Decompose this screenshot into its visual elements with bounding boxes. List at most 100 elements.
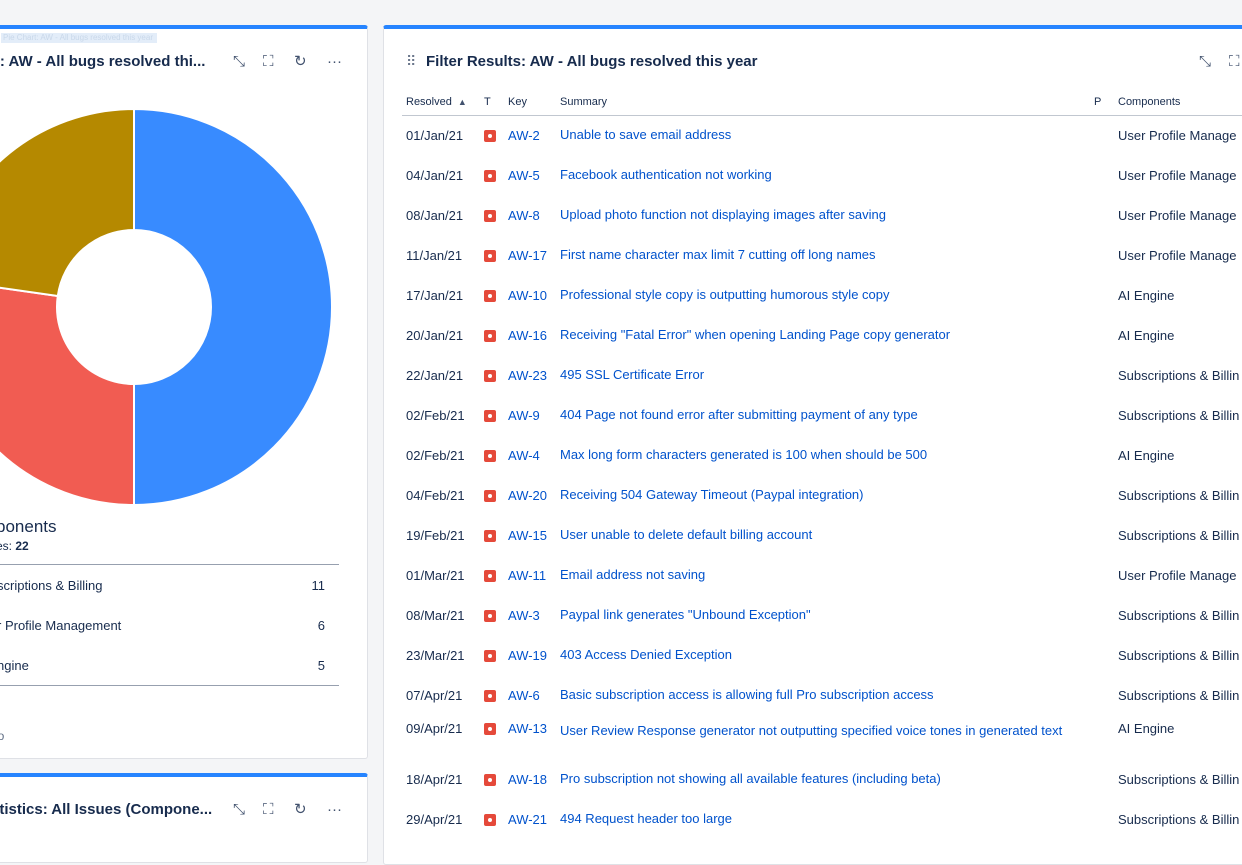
issue-key-link[interactable]: AW-13 <box>504 715 556 759</box>
issue-key-link[interactable]: AW-9 <box>504 395 556 435</box>
table-row[interactable]: 22/Jan/21 AW-23 495 SSL Certificate Error S… <box>402 355 1242 395</box>
issue-summary-link[interactable]: 403 Access Denied Exception <box>556 635 1090 675</box>
table-row[interactable]: 20/Jan/21 AW-16 Receiving "Fatal Error" wh… <box>402 315 1242 355</box>
issue-key-link[interactable]: AW-21 <box>504 799 556 839</box>
bug-icon <box>484 773 496 786</box>
minimize-icon[interactable]: ⤡ <box>1199 54 1211 69</box>
issue-key-link[interactable]: AW-20 <box>504 475 556 515</box>
table-row[interactable]: 08/Mar/21 AW-3 Paypal link generates "Unbo… <box>402 595 1242 635</box>
resolved-date: 01/Mar/21 <box>406 567 465 583</box>
filter-gadget-title[interactable]: Filter Results: AW - All bugs resolved t… <box>426 53 757 70</box>
sort-asc-icon[interactable]: ▲ <box>458 97 467 107</box>
issue-summary-link[interactable]: 494 Request header too large <box>556 799 1090 839</box>
resolved-date: 09/Apr/21 <box>406 721 463 736</box>
issue-priority <box>1090 635 1114 675</box>
issue-key-link[interactable]: AW-5 <box>504 155 556 195</box>
legend-row[interactable]: ngine 5 <box>0 645 339 685</box>
issue-priority <box>1090 515 1114 555</box>
issue-summary-link[interactable]: 404 Page not found error after submittin… <box>556 395 1090 435</box>
legend-total-label: es: <box>0 539 13 553</box>
issue-component: User Profile Manage <box>1118 167 1237 183</box>
column-header-summary[interactable]: Summary <box>556 89 1090 116</box>
issue-summary-link[interactable]: User Review Response generator not outpu… <box>556 715 1090 759</box>
legend-table: scriptions & Billing 11 r Profile Manage… <box>0 564 339 686</box>
table-row[interactable]: 07/Apr/21 AW-6 Basic subscription access i… <box>402 675 1242 715</box>
pie-gadget-title[interactable]: rt: AW - All bugs resolved thi... <box>0 53 205 70</box>
legend-row[interactable]: scriptions & Billing 11 <box>0 565 339 605</box>
issue-summary-link[interactable]: First name character max limit 7 cutting… <box>556 235 1090 275</box>
table-row[interactable]: 01/Mar/21 AW-11 Email address not saving Us… <box>402 555 1242 595</box>
issue-key-link[interactable]: AW-17 <box>504 235 556 275</box>
more-icon[interactable]: ··· <box>327 54 342 69</box>
issue-summary-link[interactable]: Max long form characters generated is 10… <box>556 435 1090 475</box>
issue-key-link[interactable]: AW-8 <box>504 195 556 235</box>
issue-type <box>480 155 504 195</box>
bug-icon <box>484 169 496 182</box>
issue-priority <box>1090 275 1114 315</box>
minimize-icon[interactable]: ⤡ <box>233 54 245 69</box>
table-row[interactable]: 02/Feb/21 AW-9 404 Page not found error af… <box>402 395 1242 435</box>
issue-type <box>480 799 504 839</box>
refresh-icon[interactable]: ↻ <box>294 54 307 69</box>
issue-component: Subscriptions & Billin <box>1118 487 1240 503</box>
issue-key-link[interactable]: AW-19 <box>504 635 556 675</box>
issue-key-link[interactable]: AW-10 <box>504 275 556 315</box>
more-icon[interactable]: ··· <box>327 802 342 817</box>
drag-handle-icon[interactable]: ⠿ <box>406 53 416 70</box>
issue-summary-link[interactable]: User unable to delete default billing ac… <box>556 515 1090 555</box>
issue-summary-link[interactable]: Basic subscription access is allowing fu… <box>556 675 1090 715</box>
table-row[interactable]: 18/Apr/21 AW-18 Pro subscription not showi… <box>402 759 1242 799</box>
fullscreen-icon[interactable]: ⛶ <box>1229 54 1240 69</box>
legend-count: 6 <box>317 618 325 633</box>
legend-row[interactable]: r Profile Management 6 <box>0 605 339 645</box>
column-header-priority[interactable]: P <box>1090 89 1114 116</box>
table-row[interactable]: 04/Feb/21 AW-20 Receiving 504 Gateway Time… <box>402 475 1242 515</box>
issue-key-link[interactable]: AW-6 <box>504 675 556 715</box>
issue-summary-link[interactable]: Receiving "Fatal Error" when opening Lan… <box>556 315 1090 355</box>
statistics-gadget: atistics: All Issues (Compone... ⤡ ⛶ ↻ ·… <box>0 773 368 863</box>
issue-component: Subscriptions & Billin <box>1118 687 1240 703</box>
issue-key-link[interactable]: AW-2 <box>504 115 556 155</box>
issue-summary-link[interactable]: Professional style copy is outputting hu… <box>556 275 1090 315</box>
refresh-icon[interactable]: ↻ <box>294 802 307 817</box>
table-row[interactable]: 04/Jan/21 AW-5 Facebook authentication not… <box>402 155 1242 195</box>
pie-slice-subscriptions-billing[interactable] <box>133 107 333 507</box>
column-header-components[interactable]: Components <box>1114 89 1242 116</box>
table-row[interactable]: 11/Jan/21 AW-17 First name character max l… <box>402 235 1242 275</box>
issue-summary-link[interactable]: Upload photo function not displaying ima… <box>556 195 1090 235</box>
table-row[interactable]: 08/Jan/21 AW-8 Upload photo function not d… <box>402 195 1242 235</box>
issue-key-link[interactable]: AW-15 <box>504 515 556 555</box>
table-row[interactable]: 02/Feb/21 AW-4 Max long form characters ge… <box>402 435 1242 475</box>
issue-summary-link[interactable]: Email address not saving <box>556 555 1090 595</box>
table-row[interactable]: 19/Feb/21 AW-15 User unable to delete defa… <box>402 515 1242 555</box>
minimize-icon[interactable]: ⤡ <box>233 802 245 817</box>
fullscreen-icon[interactable]: ⛶ <box>263 802 274 817</box>
table-row[interactable]: 01/Jan/21 AW-2 Unable to save email addres… <box>402 115 1242 155</box>
issue-type <box>480 675 504 715</box>
table-row[interactable]: 29/Apr/21 AW-21 494 Request header too lar… <box>402 799 1242 839</box>
gadget-header: rt: AW - All bugs resolved thi... ⤡ ⛶ ↻ … <box>0 29 367 87</box>
issue-summary-link[interactable]: Paypal link generates "Unbound Exception… <box>556 595 1090 635</box>
issue-key-link[interactable]: AW-23 <box>504 355 556 395</box>
table-row[interactable]: 17/Jan/21 AW-10 Professional style copy is… <box>402 275 1242 315</box>
column-header-type[interactable]: T <box>480 89 504 116</box>
issue-key-link[interactable]: AW-16 <box>504 315 556 355</box>
issue-summary-link[interactable]: 495 SSL Certificate Error <box>556 355 1090 395</box>
table-row[interactable]: 23/Mar/21 AW-19 403 Access Denied Exceptio… <box>402 635 1242 675</box>
issue-summary-link[interactable]: Receiving 504 Gateway Timeout (Paypal in… <box>556 475 1090 515</box>
issue-summary-link[interactable]: Unable to save email address <box>556 115 1090 155</box>
table-row[interactable]: 09/Apr/21 AW-13 User Review Response gener… <box>402 715 1242 759</box>
column-header-key[interactable]: Key <box>504 89 556 116</box>
issue-summary-link[interactable]: Facebook authentication not working <box>556 155 1090 195</box>
fullscreen-icon[interactable]: ⛶ <box>263 54 274 69</box>
issue-component: AI Engine <box>1118 447 1175 463</box>
issue-key-link[interactable]: AW-18 <box>504 759 556 799</box>
pie-slice-user-profile-management[interactable] <box>0 279 135 507</box>
issue-key-link[interactable]: AW-11 <box>504 555 556 595</box>
pie-slice-ai-engine[interactable] <box>0 107 135 298</box>
issue-summary-link[interactable]: Pro subscription not showing all availab… <box>556 759 1090 799</box>
stats-gadget-title[interactable]: atistics: All Issues (Compone... <box>0 801 212 818</box>
column-header-resolved[interactable]: Resolved ▲ <box>402 89 480 116</box>
issue-key-link[interactable]: AW-3 <box>504 595 556 635</box>
issue-key-link[interactable]: AW-4 <box>504 435 556 475</box>
